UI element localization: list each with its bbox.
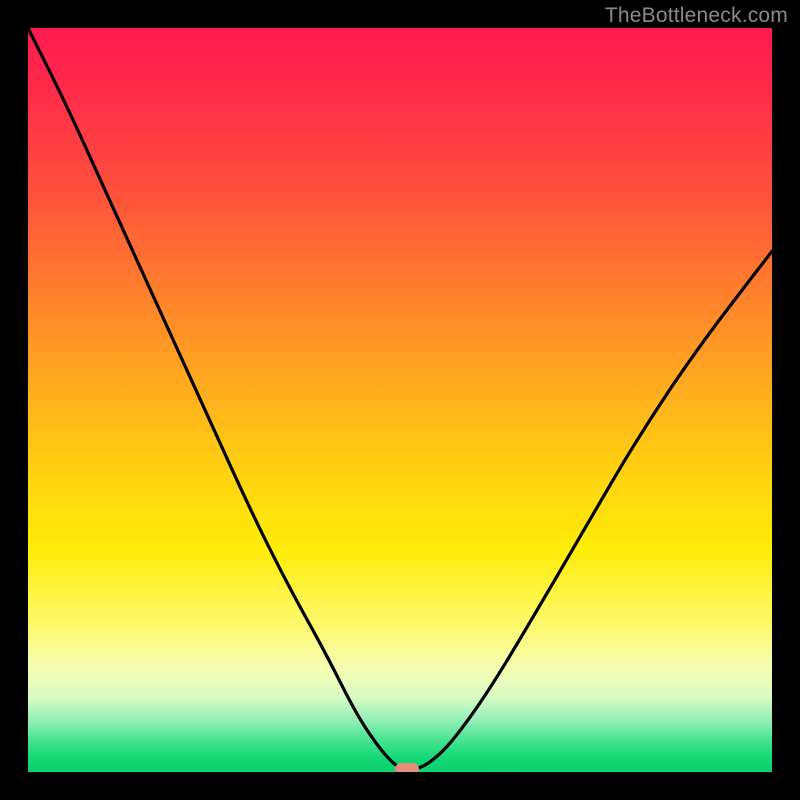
plot-area <box>28 28 772 772</box>
watermark-text: TheBottleneck.com <box>605 4 788 28</box>
optimal-point-marker <box>395 763 419 772</box>
chart-frame: TheBottleneck.com <box>0 0 800 800</box>
bottleneck-curve <box>28 28 772 772</box>
